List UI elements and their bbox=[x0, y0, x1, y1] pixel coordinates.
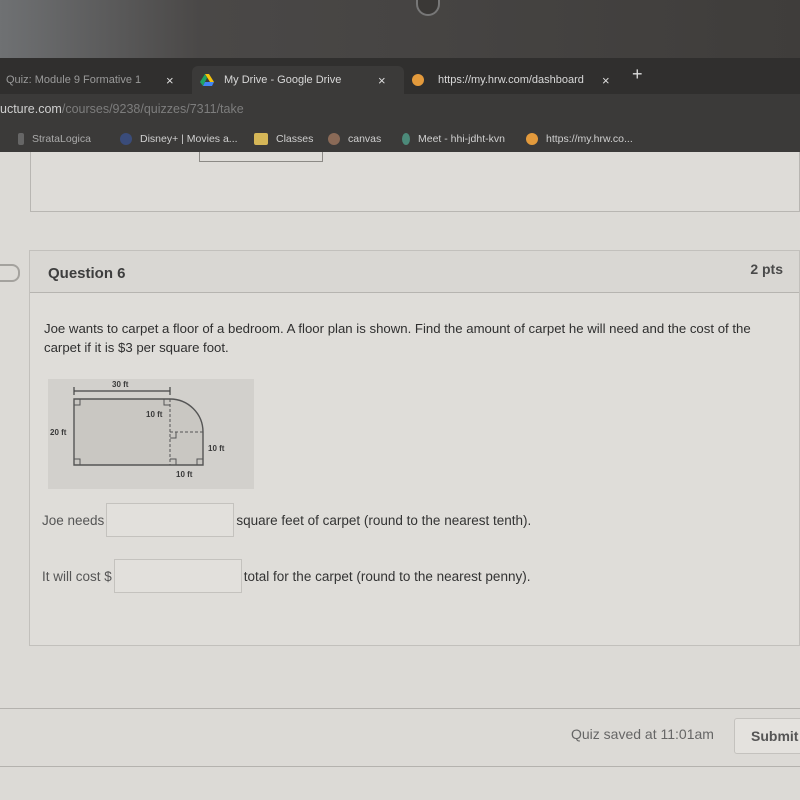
tab-label: Quiz: Module 9 Formative 1 bbox=[6, 74, 142, 86]
bookmark-label: canvas bbox=[348, 133, 382, 145]
url-path: /courses/9238/quizzes/7311/take bbox=[61, 102, 244, 116]
bookmark-label: Disney+ | Movies a... bbox=[140, 133, 238, 145]
bookmark-hrw[interactable]: https://my.hrw.co... bbox=[526, 133, 633, 145]
google-drive-icon bbox=[200, 74, 214, 86]
answer-prefix: Joe needs bbox=[42, 512, 105, 528]
square-feet-input[interactable] bbox=[106, 503, 235, 537]
label-top: 30 ft bbox=[112, 380, 129, 389]
bookmark-stratalogica[interactable]: StrataLogica bbox=[18, 133, 91, 145]
tab-label: https://my.hrw.com/dashboard bbox=[438, 74, 584, 86]
device-bezel bbox=[0, 0, 800, 58]
bookmark-label: Classes bbox=[276, 133, 314, 145]
bookmark-meet[interactable]: Meet - hhi-jdht-kvn bbox=[402, 133, 505, 145]
bookmark-disney[interactable]: Disney+ | Movies a... bbox=[120, 133, 238, 145]
quiz-page: Question 6 2 pts Joe wants to carpet a f… bbox=[0, 152, 800, 800]
stratalogica-icon bbox=[18, 133, 24, 145]
question-header: Question 6 2 pts bbox=[30, 251, 799, 293]
label-left: 20 ft bbox=[50, 428, 67, 437]
footer-divider bbox=[0, 708, 800, 709]
label-right: 10 ft bbox=[208, 444, 225, 453]
question-title: Question 6 bbox=[48, 265, 126, 282]
floor-shape bbox=[73, 398, 204, 466]
browser-toolbar: ucture.com/courses/9238/quizzes/7311/tak… bbox=[0, 94, 800, 128]
camera-icon bbox=[416, 0, 440, 16]
hrw-icon bbox=[412, 74, 424, 86]
question-points: 2 pts bbox=[750, 261, 783, 277]
bookmark-canvas[interactable]: canvas bbox=[328, 133, 381, 145]
canvas-icon bbox=[328, 133, 340, 145]
quiz-saved-status: Quiz saved at 11:01am bbox=[571, 726, 714, 742]
tab-strip: Quiz: Module 9 Formative 1 × My Drive - … bbox=[0, 58, 800, 94]
close-tab-icon[interactable]: × bbox=[602, 73, 610, 88]
tab-hrw[interactable]: https://my.hrw.com/dashboard × bbox=[406, 66, 624, 94]
floor-plan-diagram: 30 ft 20 ft 10 ft 10 ft 10 ft bbox=[50, 380, 225, 479]
google-classroom-icon bbox=[254, 133, 268, 145]
google-meet-icon bbox=[402, 133, 410, 145]
answer-suffix: total for the carpet (round to the neare… bbox=[243, 568, 531, 584]
footer-divider bbox=[0, 766, 800, 767]
answer-row-cost: It will cost $ total for the carpet (rou… bbox=[42, 559, 530, 593]
bookmark-label: Meet - hhi-jdht-kvn bbox=[418, 133, 505, 145]
floor-plan-figure: 30 ft 20 ft 10 ft 10 ft 10 ft bbox=[48, 379, 254, 489]
bookmark-classes[interactable]: Classes bbox=[254, 133, 313, 145]
hrw-icon bbox=[526, 133, 538, 145]
submit-quiz-button[interactable]: Submit bbox=[734, 718, 800, 754]
bookmark-label: StrataLogica bbox=[32, 133, 91, 145]
label-inner: 10 ft bbox=[146, 410, 163, 419]
answer-suffix: square feet of carpet (round to the near… bbox=[236, 512, 532, 528]
question-card: Question 6 2 pts Joe wants to carpet a f… bbox=[29, 250, 800, 646]
answer-prefix: It will cost $ bbox=[42, 568, 112, 584]
previous-answer-input[interactable] bbox=[199, 152, 323, 162]
close-tab-icon[interactable]: × bbox=[378, 73, 386, 88]
label-bottom: 10 ft bbox=[176, 470, 193, 479]
question-text: Joe wants to carpet a floor of a bedroom… bbox=[44, 321, 751, 355]
address-bar[interactable]: ucture.com/courses/9238/quizzes/7311/tak… bbox=[0, 102, 244, 116]
tab-quiz[interactable]: Quiz: Module 9 Formative 1 × bbox=[0, 66, 190, 94]
tab-google-drive[interactable]: My Drive - Google Drive × bbox=[192, 66, 404, 94]
url-domain: ucture.com bbox=[0, 102, 62, 116]
answer-row-area: Joe needs square feet of carpet (round t… bbox=[42, 503, 531, 537]
previous-question-card bbox=[30, 152, 800, 212]
tab-label: My Drive - Google Drive bbox=[224, 74, 342, 86]
close-tab-icon[interactable]: × bbox=[166, 73, 174, 88]
flag-question-icon[interactable] bbox=[0, 264, 20, 282]
new-tab-button[interactable]: + bbox=[632, 64, 643, 85]
cost-input[interactable] bbox=[113, 559, 242, 593]
bookmarks-bar: StrataLogica Disney+ | Movies a... Class… bbox=[0, 128, 800, 152]
bookmark-label: https://my.hrw.co... bbox=[546, 133, 633, 145]
disney-icon bbox=[120, 133, 132, 145]
